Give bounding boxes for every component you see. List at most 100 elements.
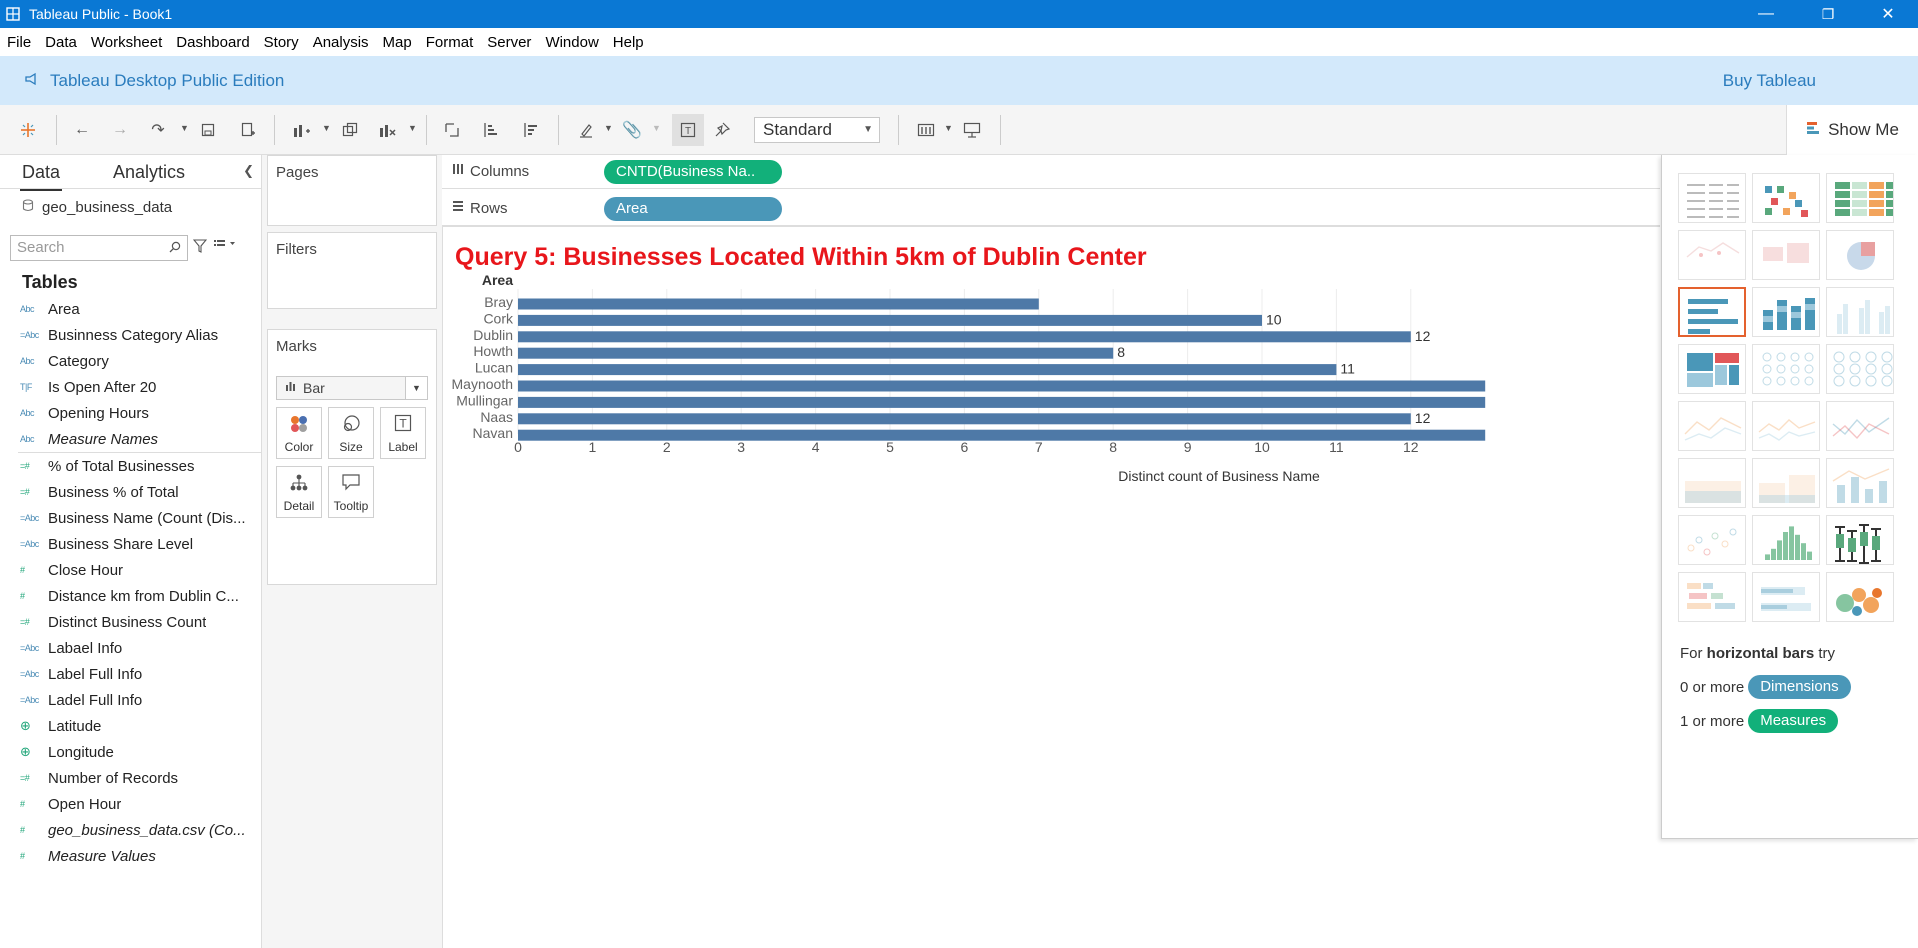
menu-server[interactable]: Server: [480, 34, 538, 51]
minimize-button[interactable]: —: [1736, 0, 1796, 28]
columns-pill[interactable]: CNTD(Business Na..: [604, 160, 782, 184]
collapse-pane-icon[interactable]: ❮: [243, 163, 254, 179]
menu-file[interactable]: File: [0, 34, 38, 51]
data-source-item[interactable]: geo_business_data: [22, 197, 172, 217]
field-item[interactable]: =Abc Labael Info: [0, 635, 262, 661]
field-item[interactable]: =Abc Label Full Info: [0, 661, 262, 687]
new-data-source-icon[interactable]: [236, 118, 260, 142]
show-cards-dropdown-icon[interactable]: ▼: [944, 123, 953, 133]
fix-axes-icon[interactable]: [710, 118, 734, 142]
clear-sheet-icon[interactable]: [376, 118, 400, 142]
field-item[interactable]: =Abc Business Name (Count (Dis...: [0, 505, 262, 531]
fit-dropdown[interactable]: Standard ▼: [754, 117, 880, 143]
sort-descending-icon[interactable]: [518, 118, 542, 142]
show-me-gantt-chart-icon[interactable]: [1678, 572, 1746, 622]
filter-icon[interactable]: [192, 239, 208, 256]
redo-icon[interactable]: →: [108, 118, 132, 142]
tab-analytics[interactable]: Analytics: [113, 162, 185, 183]
mark-type-dropdown[interactable]: Bar ▼: [276, 376, 428, 400]
buy-tableau-link[interactable]: Buy Tableau: [1723, 71, 1816, 91]
show-me-dual-combination-icon[interactable]: [1826, 458, 1894, 508]
show-me-text-table-icon[interactable]: [1678, 173, 1746, 223]
new-worksheet-dropdown-icon[interactable]: ▼: [322, 123, 331, 133]
menu-dashboard[interactable]: Dashboard: [169, 34, 256, 51]
highlight-icon[interactable]: [574, 118, 598, 142]
show-me-histogram-icon[interactable]: [1752, 515, 1820, 565]
label-button[interactable]: T Label: [380, 407, 426, 459]
show-me-dual-lines-icon[interactable]: [1826, 401, 1894, 451]
restore-button[interactable]: ❐: [1798, 0, 1858, 28]
field-item[interactable]: =# Business % of Total: [0, 479, 262, 505]
menu-map[interactable]: Map: [376, 34, 419, 51]
undo-icon[interactable]: ←: [70, 118, 94, 142]
menu-worksheet[interactable]: Worksheet: [84, 34, 169, 51]
field-item[interactable]: # Distance km from Dublin C...: [0, 583, 262, 609]
show-me-filled-map-icon[interactable]: [1752, 230, 1820, 280]
replay-dropdown-icon[interactable]: ▼: [180, 123, 189, 133]
field-item[interactable]: =# Distinct Business Count: [0, 609, 262, 635]
tooltip-button[interactable]: Tooltip: [328, 466, 374, 518]
field-item[interactable]: Abc Category: [0, 348, 262, 374]
show-me-side-by-side-circles-icon[interactable]: [1826, 344, 1894, 394]
show-me-area-discrete-icon[interactable]: [1752, 458, 1820, 508]
field-item[interactable]: =# % of Total Businesses: [0, 453, 262, 479]
show-me-stacked-bars-icon[interactable]: [1752, 287, 1820, 337]
tableau-logo-icon[interactable]: [16, 118, 40, 142]
new-worksheet-icon[interactable]: [290, 118, 314, 142]
clear-dropdown-icon[interactable]: ▼: [408, 123, 417, 133]
swap-rows-columns-icon[interactable]: [440, 118, 464, 142]
field-item[interactable]: T|F Is Open After 20: [0, 374, 262, 400]
show-me-circle-view-icon[interactable]: [1752, 344, 1820, 394]
rows-shelf[interactable]: Rows Area: [442, 192, 1660, 226]
show-me-pie-chart-icon[interactable]: [1826, 230, 1894, 280]
duplicate-sheet-icon[interactable]: [338, 118, 362, 142]
show-cards-icon[interactable]: [914, 118, 938, 142]
tab-data[interactable]: Data: [19, 162, 63, 191]
size-button[interactable]: Size: [328, 407, 374, 459]
field-item[interactable]: ⊕ Longitude: [0, 739, 262, 765]
show-me-scatter-plot-icon[interactable]: [1678, 515, 1746, 565]
field-item[interactable]: Abc Area: [0, 296, 262, 322]
color-button[interactable]: Color: [276, 407, 322, 459]
worksheet-view[interactable]: Query 5: Businesses Located Within 5km o…: [442, 226, 1660, 948]
menu-analysis[interactable]: Analysis: [306, 34, 376, 51]
field-item[interactable]: ⊕ Latitude: [0, 713, 262, 739]
show-me-highlight-table-icon[interactable]: [1826, 173, 1894, 223]
group-members-icon[interactable]: 📎: [620, 118, 644, 142]
menu-story[interactable]: Story: [257, 34, 306, 51]
field-item[interactable]: # geo_business_data.csv (Co...: [0, 817, 262, 843]
view-options-icon[interactable]: [214, 238, 236, 253]
columns-shelf[interactable]: Columns CNTD(Business Na..: [442, 155, 1660, 189]
field-item[interactable]: # Close Hour: [0, 557, 262, 583]
highlight-dropdown-icon[interactable]: ▼: [604, 123, 613, 133]
show-me-heat-map-icon[interactable]: [1752, 173, 1820, 223]
menu-format[interactable]: Format: [419, 34, 481, 51]
field-item[interactable]: =# Number of Records: [0, 765, 262, 791]
field-item[interactable]: # Open Hour: [0, 791, 262, 817]
show-me-bullet-graph-icon[interactable]: [1752, 572, 1820, 622]
menu-window[interactable]: Window: [538, 34, 605, 51]
field-item[interactable]: Abc Opening Hours: [0, 400, 262, 426]
close-button[interactable]: ✕: [1858, 0, 1918, 28]
group-dropdown-icon[interactable]: ▼: [652, 123, 661, 133]
show-me-treemap-icon[interactable]: [1678, 344, 1746, 394]
menu-data[interactable]: Data: [38, 34, 84, 51]
detail-button[interactable]: Detail: [276, 466, 322, 518]
field-item[interactable]: =Abc Ladel Full Info: [0, 687, 262, 713]
show-me-symbol-map-icon[interactable]: [1678, 230, 1746, 280]
show-me-box-and-whisker-icon[interactable]: [1826, 515, 1894, 565]
presentation-mode-icon[interactable]: [960, 118, 984, 142]
menu-help[interactable]: Help: [606, 34, 651, 51]
show-me-button[interactable]: Show Me: [1786, 105, 1918, 155]
show-me-lines-discrete-icon[interactable]: [1752, 401, 1820, 451]
show-me-area-continuous-icon[interactable]: [1678, 458, 1746, 508]
field-item[interactable]: =Abc Businness Category Alias: [0, 322, 262, 348]
field-item[interactable]: Abc Measure Names: [0, 426, 262, 452]
save-icon[interactable]: [196, 118, 220, 142]
show-me-packed-bubbles-icon[interactable]: [1826, 572, 1894, 622]
rows-pill[interactable]: Area: [604, 197, 782, 221]
show-me-horizontal-bars-icon[interactable]: [1678, 287, 1746, 337]
field-item[interactable]: # Measure Values: [0, 843, 262, 869]
sort-ascending-icon[interactable]: [478, 118, 502, 142]
show-me-lines-continuous-icon[interactable]: [1678, 401, 1746, 451]
